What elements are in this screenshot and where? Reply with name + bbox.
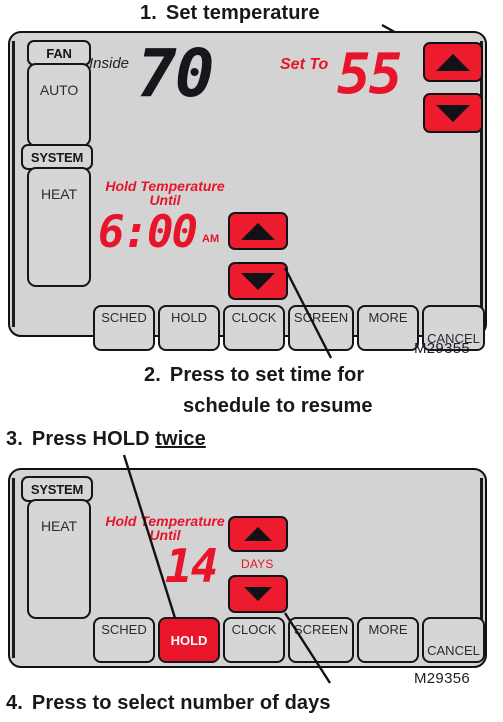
fan-mode-label: AUTO: [39, 82, 79, 98]
key-screen-label: SCREEN: [293, 622, 349, 637]
inside-temperature-value: 70: [137, 35, 214, 112]
chevron-up-icon: [244, 527, 272, 541]
key-hold-label: HOLD: [170, 310, 208, 325]
hold-until-time: 6:00: [98, 207, 198, 258]
set-to-value: 55: [337, 42, 402, 107]
chevron-down-icon: [241, 272, 275, 290]
key-screen[interactable]: SCREEN: [288, 617, 354, 663]
model-number-top: M29355: [414, 340, 471, 357]
hold-until-meridiem: AM: [202, 233, 220, 245]
step-2-text-line1: Press to set time for: [169, 364, 365, 386]
step-2-text-line2: schedule to resume: [183, 395, 373, 417]
key-more-label: MORE: [368, 622, 408, 637]
key-sched-label: SCHED: [101, 622, 147, 637]
key-clock-label: CLOCK: [231, 310, 277, 325]
key-sched-label: SCHED: [101, 310, 147, 325]
step-1-caption: 1. Set temperature: [140, 2, 320, 25]
temperature-up-button[interactable]: [423, 42, 483, 82]
panel-left-edge: [12, 41, 15, 327]
hold-label-line1: Hold Temperature: [105, 513, 225, 529]
hold-temperature-label: Hold Temperature Until: [90, 179, 240, 208]
system-mode-label: HEAT: [41, 186, 77, 202]
time-down-button[interactable]: [228, 262, 288, 300]
step-1-text: Set temperature: [165, 2, 320, 24]
key-clock[interactable]: CLOCK: [223, 617, 285, 663]
system-tab-label: SYSTEM: [30, 481, 84, 497]
key-hold[interactable]: HOLD: [158, 617, 220, 663]
step-4-caption: 4. Press to select number of days: [6, 692, 331, 715]
key-hold[interactable]: HOLD: [158, 305, 220, 351]
thermostat-bottom: SYSTEM HEAT Hold Temperature Until 14 DA…: [8, 468, 487, 668]
system-mode-heat[interactable]: HEAT: [27, 167, 91, 287]
step-3-text-underline: twice: [155, 428, 206, 450]
step-4-number: 4.: [6, 692, 23, 714]
chevron-up-icon: [436, 53, 470, 71]
key-more[interactable]: MORE: [357, 617, 419, 663]
chevron-up-icon: [241, 222, 275, 240]
hold-label-line2: Until: [149, 192, 181, 209]
step-3-text-prefix: Press: [31, 428, 93, 450]
hold-label-line1: Hold Temperature: [105, 178, 225, 194]
days-label: DAYS: [241, 557, 274, 571]
step-2-caption-line1: 2. Press to set time for: [144, 364, 364, 387]
key-clock-label: CLOCK: [231, 622, 277, 637]
thermostat-top: FAN AUTO SYSTEM HEAT Inside 70 Set To 55…: [8, 31, 487, 351]
step-2-number: 2.: [144, 364, 161, 386]
key-clock[interactable]: CLOCK: [223, 305, 285, 351]
days-down-button[interactable]: [228, 575, 288, 613]
key-hold-label: HOLD: [170, 632, 208, 648]
step-3-text-strong: HOLD: [92, 428, 150, 450]
chevron-down-icon: [436, 104, 470, 122]
model-number-bottom: M29356: [414, 670, 471, 687]
key-cancel[interactable]: CANCEL: [422, 617, 485, 663]
key-sched[interactable]: SCHED: [93, 305, 155, 351]
key-more[interactable]: MORE: [357, 305, 419, 351]
key-more-label: MORE: [368, 310, 408, 325]
system-tab-label: SYSTEM: [30, 149, 84, 165]
fan-mode-auto[interactable]: AUTO: [27, 63, 91, 147]
step-3-caption: 3. Press HOLD twice: [6, 428, 206, 451]
chevron-down-icon: [244, 587, 272, 601]
key-screen[interactable]: SCREEN: [288, 305, 354, 351]
system-mode-label: HEAT: [41, 518, 77, 534]
set-to-label: Set To: [280, 56, 329, 73]
temperature-down-button[interactable]: [423, 93, 483, 133]
hold-days-value: 14: [165, 539, 218, 593]
panel-right-edge: [480, 41, 483, 327]
system-mode-heat[interactable]: HEAT: [27, 499, 91, 619]
inside-label: Inside: [89, 55, 130, 72]
days-up-button[interactable]: [228, 516, 288, 552]
step-4-text: Press to select number of days: [31, 692, 331, 714]
step-3-number: 3.: [6, 428, 23, 450]
step-1-number: 1.: [140, 2, 157, 24]
fan-tab-label: FAN: [46, 45, 72, 61]
key-sched[interactable]: SCHED: [93, 617, 155, 663]
time-up-button[interactable]: [228, 212, 288, 250]
key-screen-label: SCREEN: [293, 310, 349, 325]
panel-left-edge: [12, 478, 15, 658]
key-cancel-label: CANCEL: [427, 643, 480, 658]
step-2-caption-line2: schedule to resume: [183, 395, 373, 418]
